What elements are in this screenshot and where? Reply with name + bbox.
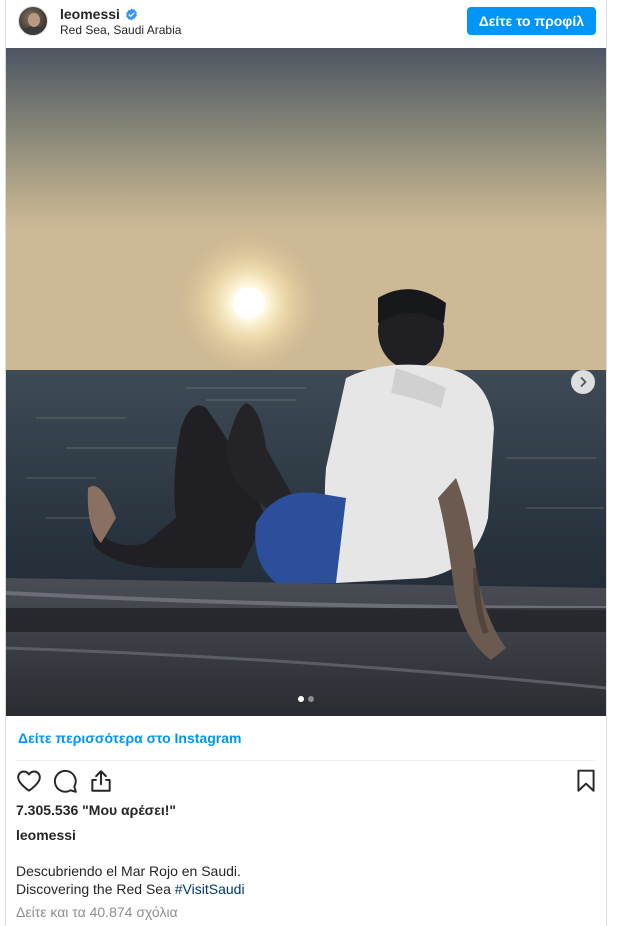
share-icon[interactable] [88,768,114,794]
sunset-photo-image [6,48,606,716]
avatar-body [23,26,45,35]
heart-icon[interactable] [16,768,42,794]
chevron-right-icon [580,377,587,387]
carousel-indicator [298,696,314,702]
see-more-on-instagram-link[interactable]: Δείτε περισσότερα στο Instagram [18,730,241,746]
caption-line-1: Descubriendo el Mar Rojo en Saudi. [16,863,241,879]
post-header: leomessi Red Sea, Saudi Arabia Δείτε το … [6,0,606,48]
caption-line-2: Discovering the Red Sea #VisitSaudi [16,880,245,898]
location-link[interactable]: Red Sea, Saudi Arabia [60,23,181,37]
comment-icon[interactable] [52,768,78,794]
like-count[interactable]: 7.305.536 "Μου αρέσει!" [16,802,176,818]
post-photo[interactable] [6,48,606,716]
divider [16,760,596,761]
view-profile-button[interactable]: Δείτε το προφίλ [466,7,596,35]
caption-text: Discovering the Red Sea [16,881,171,897]
caption-username-link[interactable]: leomessi [16,827,76,843]
username-link[interactable]: leomessi [60,6,120,22]
bookmark-icon[interactable] [573,768,599,794]
action-bar [6,766,606,798]
username-row: leomessi [60,6,138,22]
hashtag-link[interactable]: #VisitSaudi [175,881,245,897]
avatar-face [28,13,40,27]
carousel-dot [308,696,314,702]
instagram-embed: leomessi Red Sea, Saudi Arabia Δείτε το … [5,0,607,926]
carousel-dot-active [298,696,304,702]
carousel-next-button[interactable] [571,370,595,394]
post-caption: Descubriendo el Mar Rojo en Saudi. Disco… [16,862,245,898]
verified-badge-icon [126,7,137,21]
profile-avatar[interactable] [18,6,48,36]
view-all-comments-link[interactable]: Δείτε και τα 40.874 σχόλια [16,904,178,920]
